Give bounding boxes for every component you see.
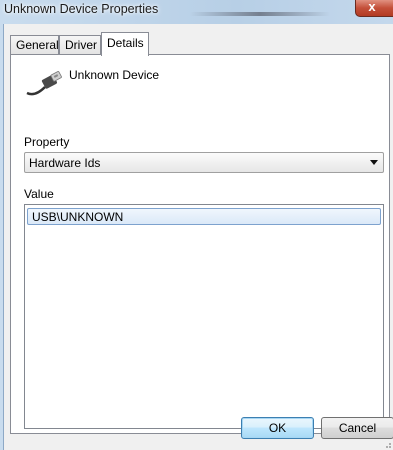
tab-driver[interactable]: Driver bbox=[59, 35, 101, 55]
property-dropdown[interactable]: Hardware Ids bbox=[24, 152, 384, 173]
dialog-client-area: General Driver Details Unknown Device Pr… bbox=[3, 24, 393, 450]
window-title: Unknown Device Properties bbox=[4, 2, 159, 16]
tab-general[interactable]: General bbox=[10, 35, 59, 55]
title-bar[interactable]: Unknown Device Properties x bbox=[0, 0, 393, 22]
title-bar-decoration bbox=[190, 12, 330, 16]
chevron-down-icon bbox=[370, 160, 378, 165]
close-button[interactable]: x bbox=[355, 0, 393, 17]
resize-grip-icon[interactable] bbox=[382, 439, 392, 449]
value-listbox[interactable]: USB\UNKNOWN bbox=[24, 204, 384, 429]
list-item[interactable]: USB\UNKNOWN bbox=[27, 208, 381, 225]
details-panel: Unknown Device Property Hardware Ids Val… bbox=[10, 54, 390, 434]
properties-window: Unknown Device Properties x General Driv… bbox=[0, 0, 393, 450]
value-label: Value bbox=[24, 187, 54, 201]
device-name: Unknown Device bbox=[69, 68, 160, 82]
usb-plug-icon bbox=[26, 71, 62, 96]
ok-button[interactable]: OK bbox=[241, 417, 314, 439]
tab-details[interactable]: Details bbox=[101, 32, 149, 56]
property-selected-value: Hardware Ids bbox=[29, 156, 101, 170]
property-label: Property bbox=[24, 135, 70, 149]
close-icon: x bbox=[368, 0, 376, 14]
cancel-button[interactable]: Cancel bbox=[321, 417, 393, 439]
